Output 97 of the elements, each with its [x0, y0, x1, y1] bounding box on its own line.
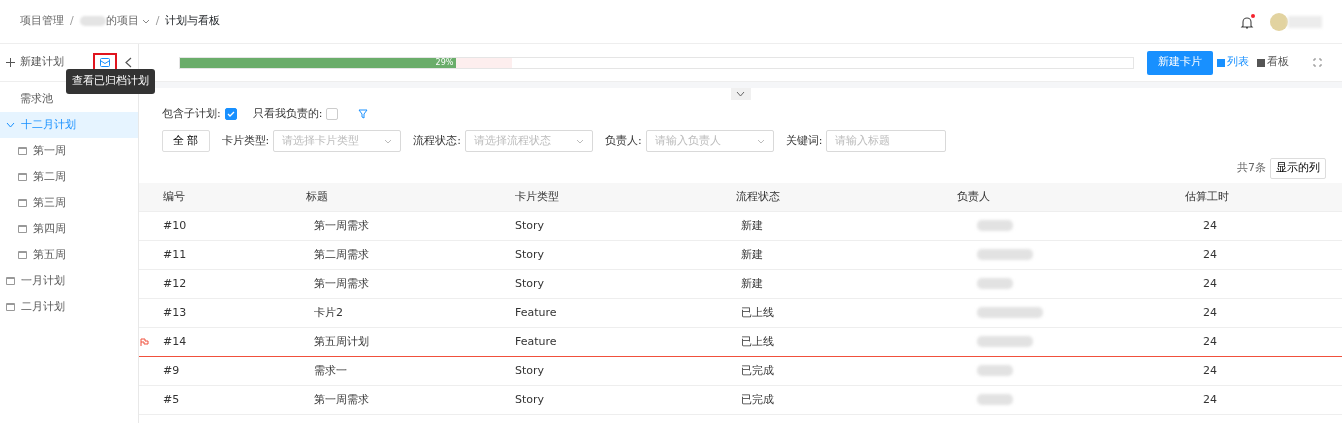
column-header: 标题 — [282, 182, 491, 212]
table-cell: 第一周需求 — [314, 276, 369, 290]
table-cell: 卡片2 — [314, 305, 343, 319]
table-cell: 已完成 — [741, 392, 774, 406]
plan-item[interactable]: 第四周 — [0, 216, 138, 242]
plan-item[interactable]: 第五周 — [0, 242, 138, 268]
filter-label: 流程状态: — [413, 132, 461, 149]
tooltip: 查看已归档计划 — [66, 69, 155, 94]
calendar-icon — [18, 147, 27, 155]
column-header: 流程状态 — [712, 182, 933, 212]
table-cell: 新建 — [741, 247, 763, 261]
table-cell: 第五周计划 — [314, 334, 369, 348]
chevron-down-icon[interactable] — [575, 138, 584, 144]
chevron-down-icon — [736, 91, 745, 97]
calendar-icon — [18, 225, 27, 233]
chevron-down-icon[interactable] — [6, 122, 15, 128]
filter-label: 负责人: — [604, 132, 642, 149]
view-tab[interactable]: 看板 — [1257, 54, 1289, 71]
breadcrumb-link[interactable]: 计划与看板 — [165, 13, 221, 30]
table-cell: 24 — [1203, 247, 1217, 261]
chevron-down-icon[interactable] — [756, 138, 765, 144]
new-plan-button[interactable]: 新建计划 — [6, 54, 64, 71]
breadcrumb-link[interactable]: 的项目 — [79, 13, 150, 30]
total-count: 共7条 — [1237, 160, 1266, 176]
table-cell: 第一周需求 — [314, 218, 369, 232]
option-label: 只看我负责的: — [252, 105, 323, 122]
breadcrumb-link[interactable]: 项目管理 — [20, 13, 64, 30]
table-cell: #11 — [163, 247, 187, 261]
table-cell: 24 — [1203, 392, 1217, 406]
breadcrumb-separator: / — [155, 13, 160, 30]
blurred-name — [977, 394, 1013, 406]
table-cell: 已上线 — [741, 334, 774, 348]
fullscreen-icon[interactable] — [1313, 58, 1322, 67]
table-cell: Story — [515, 218, 545, 232]
calendar-icon — [6, 277, 15, 285]
table-cell: Feature — [515, 334, 557, 348]
table-cell: #5 — [163, 392, 180, 406]
plan-item[interactable]: 一月计划 — [0, 268, 138, 294]
column-header: 估算工时 — [1161, 182, 1342, 212]
collapse-icon[interactable] — [125, 57, 132, 68]
table-cell: 新建 — [741, 218, 763, 232]
table-cell: #13 — [163, 305, 187, 319]
table-cell: 第一周需求 — [314, 392, 369, 406]
table-cell: 24 — [1203, 276, 1217, 290]
calendar-icon — [6, 303, 15, 311]
caret-icon[interactable] — [141, 18, 150, 24]
blurred-name — [977, 220, 1013, 232]
filter-label: 关键词: — [785, 132, 823, 149]
blurred-name — [977, 365, 1013, 377]
plan-item[interactable]: 第一周 — [0, 138, 138, 164]
plan-item[interactable]: 第三周 — [0, 190, 138, 216]
breadcrumb-separator: / — [70, 13, 74, 30]
plan-item[interactable]: 二月计划 — [0, 294, 138, 320]
filter-label: 卡片类型: — [221, 132, 270, 149]
blurred-name — [977, 336, 1033, 348]
table-cell: Story — [515, 247, 545, 261]
table-cell: 24 — [1203, 218, 1217, 232]
checkbox[interactable] — [224, 108, 237, 120]
blurred-name — [977, 307, 1043, 319]
table-cell: Feature — [515, 305, 557, 319]
table-cell: 24 — [1203, 305, 1217, 319]
table-cell: #14 — [163, 334, 187, 348]
table-cell: 第二周需求 — [314, 247, 369, 261]
table-cell: 已完成 — [741, 363, 774, 377]
all-button[interactable]: 全 部 — [162, 130, 210, 152]
notification-icon[interactable] — [1240, 14, 1254, 29]
blurred-name — [977, 278, 1013, 290]
table-cell: #10 — [163, 218, 187, 232]
calendar-icon — [18, 251, 27, 259]
table-cell: Story — [515, 392, 545, 406]
column-header: 编号 — [139, 182, 282, 212]
checkbox[interactable] — [326, 108, 339, 120]
plus-icon[interactable] — [6, 57, 15, 67]
plan-item[interactable]: 第二周 — [0, 164, 138, 190]
table-cell: Story — [515, 363, 545, 377]
avatar[interactable] — [1270, 12, 1322, 31]
table-cell: 新建 — [741, 276, 763, 290]
table-cell: Story — [515, 276, 545, 290]
option-label: 包含子计划: — [162, 105, 221, 122]
calendar-icon — [18, 173, 27, 181]
blurred-name — [977, 249, 1033, 261]
table-cell: 24 — [1203, 363, 1217, 377]
table-cell: 已上线 — [741, 305, 774, 319]
archive-icon[interactable] — [95, 55, 115, 70]
column-header: 卡片类型 — [491, 182, 712, 212]
expand-toggle[interactable] — [730, 88, 751, 100]
columns-button[interactable]: 显示的列 — [1270, 158, 1326, 179]
calendar-icon — [18, 199, 27, 207]
column-header: 负责人 — [933, 182, 1161, 212]
table-cell: 需求一 — [314, 363, 347, 377]
flag-icon — [140, 338, 149, 346]
chevron-down-icon[interactable] — [384, 138, 393, 144]
progress-bar: 29% — [179, 56, 1134, 69]
filter-icon[interactable] — [358, 109, 369, 119]
table-cell: #9 — [163, 363, 180, 377]
table-cell: 24 — [1203, 334, 1217, 348]
table-cell: #12 — [163, 276, 187, 290]
